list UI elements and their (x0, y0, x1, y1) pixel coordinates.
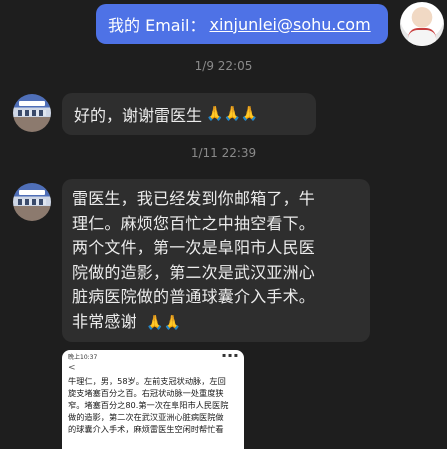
message-text: 非常感谢 (72, 311, 137, 331)
message-line: 理仁。麻烦您百忙之中抽空看下。 (72, 213, 316, 233)
attachment-status-time: 晚上10:37 (68, 354, 98, 361)
incoming-message-bubble[interactable]: 好的，谢谢雷医生 🙏🙏🙏 (62, 93, 316, 135)
attachment-status-icons: ▪ ▪ ▪ (221, 352, 238, 359)
outgoing-message-prefix: 我的 Email： (108, 16, 206, 35)
contact-avatar[interactable] (13, 94, 51, 132)
attachment-text: 牛理仁，男，58岁。左前支冠状动脉，左回 旋支堵塞百分之百。右冠状动脉一处重度狭… (62, 373, 244, 435)
incoming-message-bubble[interactable]: 雷医生，我已经发到你邮箱了，牛 理仁。麻烦您百忙之中抽空看下。 两个文件，第一次… (62, 179, 370, 342)
email-link[interactable]: xinjunlei@sohu.com (209, 15, 370, 34)
attachment-status-bar: 晚上10:37 ▪ ▪ ▪ (62, 350, 244, 361)
avatar-storefront (19, 101, 45, 106)
timestamp: 1/9 22:05 (194, 59, 253, 73)
avatar-storefront (19, 190, 45, 195)
timestamp: 1/11 22:39 (190, 146, 257, 160)
message-line: 两个文件，第一次是阜阳市人民医 (72, 238, 316, 257)
attachment-line: 窄。堵塞百分之80.第一次在阜阳市人民医院 (68, 400, 229, 410)
my-avatar[interactable] (400, 2, 444, 46)
message-line: 院做的造影，第二次是武汉亚洲心 (72, 262, 316, 282)
message-line: 非常感谢 🙏🙏 (72, 310, 362, 336)
back-icon: < (68, 363, 76, 373)
attachment-line: 做的造影，第二次在武汉亚洲心脏病医院做 (68, 412, 224, 422)
message-line: 脏病医院做的普通球囊介入手术。 (72, 287, 316, 306)
attachment-line: 旋支堵塞百分之百。右冠状动脉一处重度狭 (68, 388, 224, 398)
message-line: 雷医生，我已经发到你邮箱了，牛 (72, 189, 316, 208)
contact-avatar[interactable] (13, 183, 51, 221)
avatar-portrait (408, 28, 436, 46)
screenshot-attachment[interactable]: 晚上10:37 ▪ ▪ ▪ < 牛理仁，男，58岁。左前支冠状动脉，左回 旋支堵… (62, 350, 244, 449)
outgoing-message-bubble[interactable]: 我的 Email： xinjunlei@sohu.com (96, 4, 388, 44)
attachment-line: 的球囊介入手术，麻烦雷医生空闲时帮忙看 (68, 424, 224, 434)
pray-emoji: 🙏🙏 (146, 314, 182, 331)
pray-emoji: 🙏🙏🙏 (206, 106, 259, 122)
message-text: 好的，谢谢雷医生 (74, 106, 203, 125)
attachment-line: 牛理仁，男，58岁。左前支冠状动脉，左回 (68, 376, 226, 386)
